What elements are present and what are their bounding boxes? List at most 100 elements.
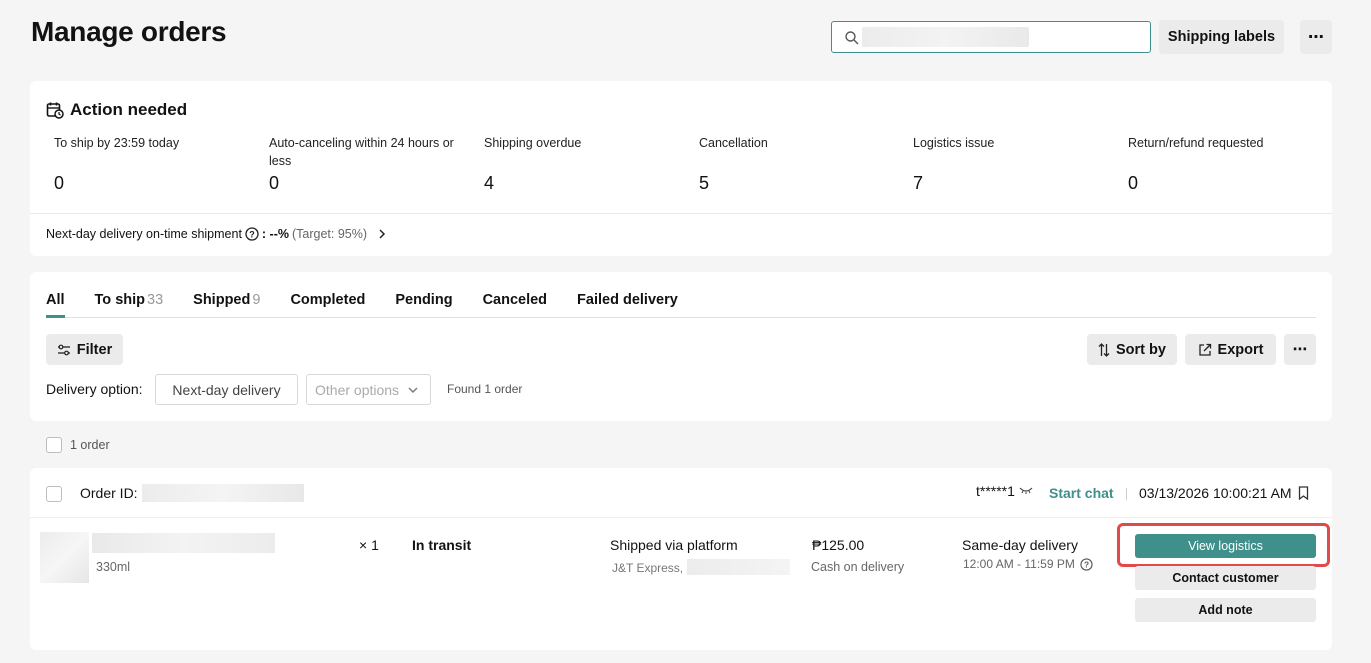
product-thumbnail[interactable] [40, 532, 89, 583]
help-icon[interactable]: ? [245, 227, 259, 241]
tab-shipped[interactable]: Shipped 9 [193, 292, 260, 317]
action-needed-heading: Action needed [46, 100, 187, 120]
chevron-down-icon [408, 387, 418, 393]
metric-return-refund[interactable]: Return/refund requested 0 [1128, 134, 1323, 193]
separator [1126, 488, 1127, 500]
contact-customer-button[interactable]: Contact customer [1135, 566, 1316, 590]
order-date: 03/13/2026 10:00:21 AM [1139, 485, 1309, 501]
tab-label: All [46, 292, 65, 308]
metric-label: To ship by 23:59 today [54, 136, 180, 150]
tab-label: Pending [395, 292, 453, 308]
redacted-order-id [142, 484, 304, 502]
redacted-product-name [92, 533, 275, 553]
next-day-value: : --% [261, 227, 289, 241]
tab-to-ship[interactable]: To ship 33 [95, 292, 164, 317]
help-icon[interactable]: ? [1080, 557, 1093, 571]
selected-count: 1 order [70, 438, 110, 452]
filter-label: Filter [76, 341, 113, 358]
order-card: Order ID: t*****1 Start chat 03/13/2026 … [30, 468, 1332, 650]
export-label: Export [1217, 341, 1264, 358]
svg-text:?: ? [249, 229, 255, 239]
next-day-shipment-link[interactable]: Next-day delivery on-time shipment ? : -… [46, 227, 388, 241]
more-icon: ⋯ [1292, 341, 1308, 358]
add-note-button[interactable]: Add note [1135, 598, 1316, 622]
filter-icon [57, 344, 70, 355]
tab-count: 33 [147, 292, 164, 308]
more-options-button[interactable]: ⋯ [1300, 20, 1332, 54]
redacted-tracking-number [687, 559, 790, 575]
metric-auto-canceling[interactable]: Auto-canceling within 24 hours or less 0 [269, 134, 459, 193]
tab-label: Canceled [482, 292, 548, 308]
tab-failed-delivery[interactable]: Failed delivery [577, 292, 678, 317]
tab-completed[interactable]: Completed [290, 292, 365, 317]
orders-card: All To ship 33 Shipped 9 Completed Pending… [30, 272, 1332, 421]
buyer-username: t*****1 [976, 483, 1015, 499]
buyer-name: t*****1 [976, 483, 1033, 499]
order-id-label: Order ID: [80, 485, 138, 501]
tab-all[interactable]: All [46, 292, 65, 318]
page-title: Manage orders [31, 16, 227, 47]
metric-label: Cancellation [699, 136, 768, 150]
delivery-window-text: 12:00 AM - 11:59 PM [963, 557, 1075, 571]
chevron-right-icon [379, 229, 386, 239]
metric-label: Shipping overdue [484, 136, 582, 150]
metric-value: 0 [269, 173, 280, 193]
metric-value: 0 [1128, 173, 1139, 193]
metric-label: Return/refund requested [1128, 136, 1264, 150]
payment-method: Cash on delivery [811, 560, 905, 574]
metric-label: Logistics issue [913, 136, 995, 150]
more-actions-button[interactable]: ⋯ [1284, 334, 1316, 365]
action-needed-title: Action needed [70, 100, 188, 119]
export-icon [1198, 343, 1211, 356]
order-tabs: All To ship 33 Shipped 9 Completed Pending… [46, 292, 1316, 318]
sort-icon [1098, 342, 1110, 357]
bookmark-icon[interactable] [1298, 486, 1309, 500]
order-price: ₱125.00 [812, 537, 865, 553]
found-count: Found 1 order [447, 382, 523, 396]
tab-label: To ship [94, 292, 146, 308]
product-quantity: × 1 [359, 537, 379, 553]
search-icon [845, 31, 859, 45]
start-chat-link[interactable]: Start chat [1049, 485, 1114, 501]
export-button[interactable]: Export [1185, 334, 1276, 365]
metric-value: 4 [484, 173, 495, 193]
metric-value: 0 [54, 173, 65, 193]
tab-label: Completed [290, 292, 366, 308]
tab-canceled[interactable]: Canceled [483, 292, 547, 317]
metric-shipping-overdue[interactable]: Shipping overdue 4 [484, 134, 679, 193]
eye-closed-icon[interactable] [1019, 486, 1033, 496]
sort-by-button[interactable]: Sort by [1087, 334, 1177, 365]
shipping-labels-button[interactable]: Shipping labels [1159, 20, 1284, 54]
tab-label: Failed delivery [577, 292, 678, 308]
order-status: In transit [412, 537, 472, 553]
next-day-delivery-chip[interactable]: Next-day delivery [155, 374, 298, 405]
delivery-option-label: Delivery option: [46, 381, 143, 397]
order-checkbox[interactable] [46, 486, 62, 502]
delivery-window: 12:00 AM - 11:59 PM ? [963, 557, 1093, 571]
svg-text:?: ? [1084, 559, 1089, 569]
next-day-label: Next-day delivery on-time shipment [46, 227, 242, 241]
other-options-select[interactable]: Other options [306, 374, 431, 405]
metric-value: 7 [913, 173, 924, 193]
other-options-label: Other options [315, 381, 400, 398]
filter-button[interactable]: Filter [46, 334, 123, 365]
order-date-text: 03/13/2026 10:00:21 AM [1139, 485, 1292, 501]
divider [30, 213, 1332, 214]
product-variant: 330ml [96, 560, 131, 574]
calendar-clock-icon [46, 102, 64, 119]
carrier-name: J&T Express, [612, 561, 684, 575]
tab-label: Shipped [193, 292, 251, 308]
next-day-target: (Target: 95%) [292, 227, 368, 241]
tab-pending[interactable]: Pending [395, 292, 452, 317]
divider [30, 517, 1332, 518]
redacted-search-text [862, 27, 1029, 47]
metric-logistics-issue[interactable]: Logistics issue 7 [913, 134, 1108, 193]
delivery-type: Same-day delivery [962, 537, 1078, 553]
view-logistics-button[interactable]: View logistics [1135, 534, 1316, 558]
metric-to-ship-today[interactable]: To ship by 23:59 today 0 [54, 134, 249, 193]
tab-count: 9 [252, 292, 261, 308]
select-all-checkbox[interactable] [46, 437, 62, 453]
more-icon: ⋯ [1308, 29, 1324, 46]
metric-label: Auto-canceling within 24 hours or less [269, 136, 454, 168]
metric-cancellation[interactable]: Cancellation 5 [699, 134, 894, 193]
